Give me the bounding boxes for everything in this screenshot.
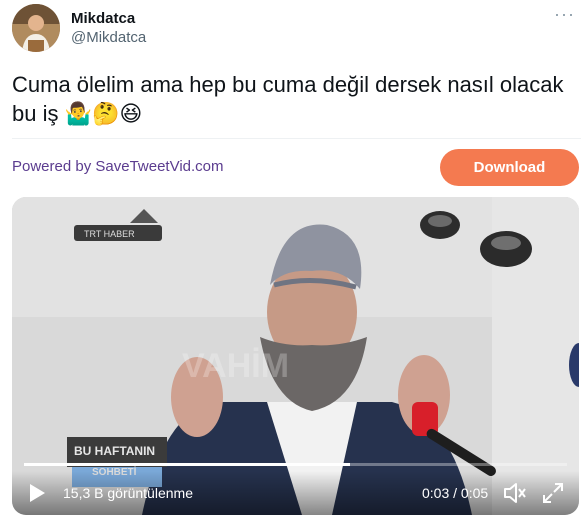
divider	[12, 138, 581, 139]
time-display: 0:03 / 0:05	[422, 485, 489, 501]
powered-by-link[interactable]: Powered by SaveTweetVid.com	[12, 158, 224, 175]
mute-icon[interactable]	[503, 482, 527, 504]
author-handle[interactable]: @Mikdatca	[71, 29, 146, 46]
play-icon[interactable]	[28, 483, 46, 503]
avatar-image	[12, 4, 60, 52]
tweet-text: Cuma ölelim ama hep bu cuma değil dersek…	[12, 72, 564, 126]
watermark-text: VAHİM	[182, 347, 289, 385]
view-count: 15,3 B görüntülenme	[63, 485, 193, 501]
author-name[interactable]: Mikdatca	[71, 10, 135, 27]
svg-text:TRT HABER: TRT HABER	[84, 229, 135, 239]
video-player[interactable]: TRT HABER VAHİM BU HAFTANIN 15,3 B görün…	[12, 197, 579, 515]
more-dots-icon[interactable]: ···	[554, 4, 575, 25]
avatar[interactable]	[12, 4, 60, 52]
fullscreen-icon[interactable]	[542, 482, 564, 504]
video-controls: 15,3 B görüntülenme 0:03 / 0:05	[12, 471, 579, 515]
download-button[interactable]: Download	[440, 149, 579, 186]
progress-bar[interactable]	[24, 463, 567, 466]
progress-fill	[24, 463, 350, 466]
video-frame: TRT HABER VAHİM BU HAFTANIN	[12, 197, 579, 515]
svg-text:BU HAFTANIN: BU HAFTANIN	[74, 444, 155, 458]
